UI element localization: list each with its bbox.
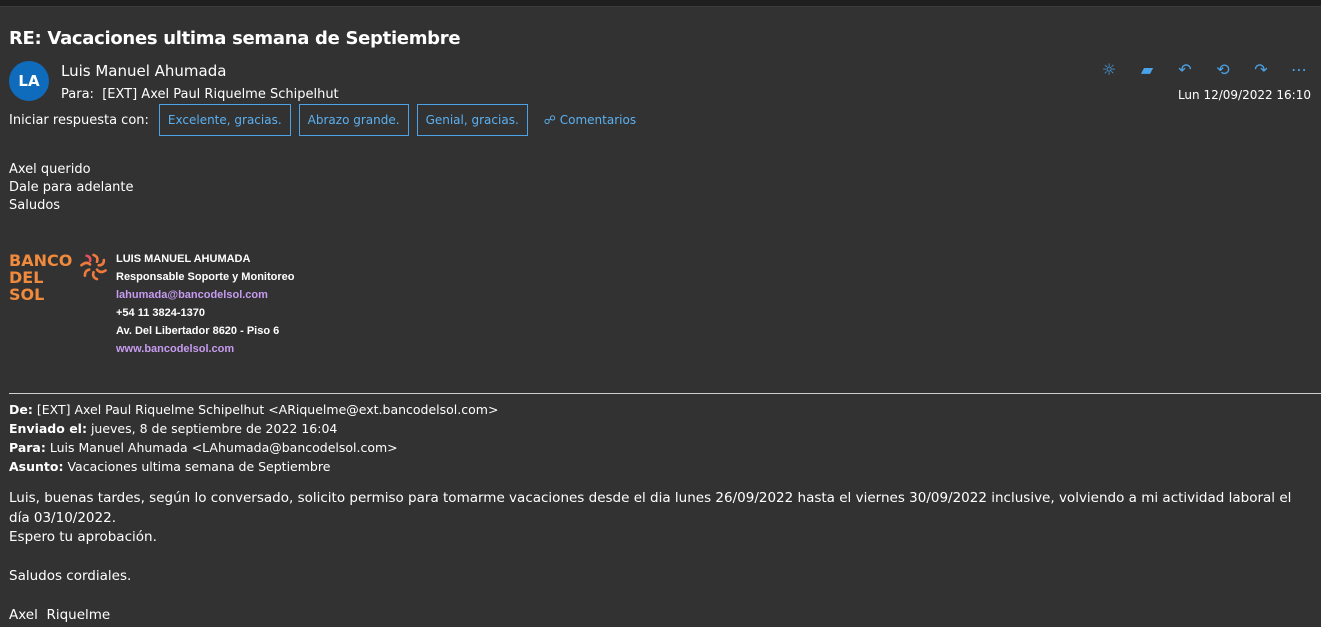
divider	[9, 393, 1321, 394]
body-line: Luis, buenas tardes, según lo conversado…	[9, 490, 1292, 526]
reply-icon[interactable]: ↶	[1175, 60, 1195, 79]
body-line: Dale para adelante	[9, 180, 134, 195]
forward-icon[interactable]: ↷	[1251, 60, 1271, 79]
original-to: Luis Manuel Ahumada <LAhumada@bancodelso…	[49, 440, 398, 455]
message-actions: ☼ ▰ ↶ ⟲ ↷ ⋯	[1099, 60, 1309, 79]
sent-date: Lun 12/09/2022 16:10	[1177, 88, 1311, 102]
sender-name[interactable]: Luis Manuel Ahumada	[61, 62, 226, 80]
quick-replies: Iniciar respuesta con: Excelente, gracia…	[9, 104, 636, 136]
from-label: De:	[9, 402, 33, 417]
link-icon: ☍	[543, 113, 556, 127]
signature: BANCO DEL SOL LUIS MANUEL AHUMADA Respons…	[9, 250, 294, 358]
comments-label: Comentarios	[559, 113, 637, 127]
original-header: De: [EXT] Axel Paul Riquelme Schipelhut …	[9, 400, 498, 476]
sun-icon[interactable]: ☼	[1099, 60, 1119, 79]
original-from: [EXT] Axel Paul Riquelme Schipelhut <ARi…	[36, 402, 499, 417]
original-sent: jueves, 8 de septiembre de 2022 16:04	[90, 421, 338, 436]
body-line: Axel querido	[9, 162, 91, 177]
signature-phone: +54 11 3824-1370	[116, 307, 206, 319]
signature-email-link[interactable]: lahumada@bancodelsol.com	[116, 289, 268, 301]
body-line: Saludos cordiales.	[9, 568, 132, 584]
quick-reply-label: Iniciar respuesta con:	[9, 112, 149, 128]
body-line: Axel Riquelme	[9, 607, 111, 623]
signature-info: LUIS MANUEL AHUMADA Responsable Soporte …	[116, 250, 294, 358]
original-body: Luis, buenas tardes, según lo conversado…	[9, 489, 1309, 626]
body-line: Espero tu aprobación.	[9, 529, 157, 545]
bank-logo: BANCO DEL SOL	[9, 252, 109, 358]
reply-all-icon[interactable]: ⟲	[1213, 60, 1233, 79]
avatar[interactable]: LA	[9, 61, 49, 101]
more-icon[interactable]: ⋯	[1289, 60, 1309, 79]
body-line: Saludos	[9, 198, 61, 213]
quick-reply-button[interactable]: Genial, gracias.	[416, 104, 528, 136]
teams-icon[interactable]: ▰	[1137, 60, 1157, 79]
original-subject: Vacaciones ultima semana de Septiembre	[67, 459, 331, 474]
to-label: Para:	[61, 87, 94, 102]
quick-reply-button[interactable]: Excelente, gracias.	[158, 104, 291, 136]
signature-name: LUIS MANUEL AHUMADA	[116, 253, 251, 265]
recipient-line: Para: [EXT] Axel Paul Riquelme Schipelhu…	[61, 87, 339, 102]
signature-web-link[interactable]: www.bancodelsol.com	[116, 343, 234, 355]
recipient[interactable]: [EXT] Axel Paul Riquelme Schipelhut	[102, 87, 338, 102]
subject-label: Asunto:	[9, 459, 64, 474]
sun-logo-icon	[80, 253, 107, 281]
message-body: Axel querido Dale para adelante Saludos	[9, 161, 134, 215]
comments-button[interactable]: ☍ Comentarios	[544, 113, 636, 127]
sent-label: Enviado el:	[9, 421, 87, 436]
signature-role: Responsable Soporte y Monitoreo	[116, 271, 295, 283]
email-subject: RE: Vacaciones ultima semana de Septiemb…	[9, 28, 461, 49]
to-label: Para:	[9, 440, 46, 455]
signature-address: Av. Del Libertador 8620 - Piso 6	[116, 325, 280, 337]
top-bar	[0, 0, 1321, 7]
quick-reply-button[interactable]: Abrazo grande.	[298, 104, 409, 136]
